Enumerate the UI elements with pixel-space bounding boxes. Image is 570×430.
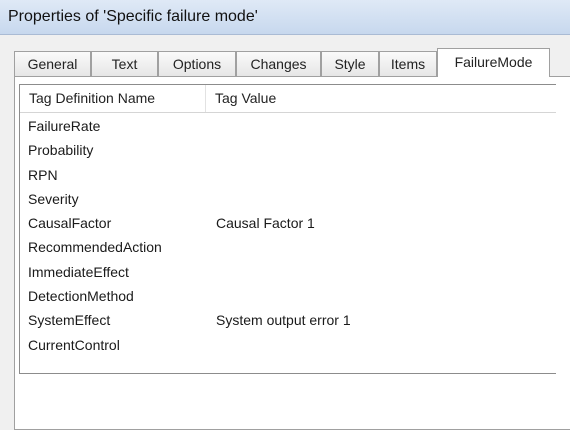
tab-failuremode[interactable]: FailureMode bbox=[437, 48, 550, 77]
tab-items[interactable]: Items bbox=[379, 51, 437, 76]
tab-changes[interactable]: Changes bbox=[236, 51, 321, 76]
tab-text[interactable]: Text bbox=[91, 51, 158, 76]
tag-name-cell: Probability bbox=[28, 142, 94, 159]
tab-style[interactable]: Style bbox=[321, 51, 379, 76]
tag-name-cell: CurrentControl bbox=[28, 336, 120, 353]
tag-list-rows: FailureRate Probability RPN Severity Cau… bbox=[20, 114, 556, 357]
tab-strip: General Text Options Changes Style Items… bbox=[14, 48, 570, 77]
column-header-tag-value[interactable]: Tag Value bbox=[206, 85, 557, 112]
tab-general[interactable]: General bbox=[14, 51, 91, 76]
tag-list[interactable]: Tag Definition Name Tag Value FailureRat… bbox=[19, 84, 556, 374]
table-row[interactable]: CurrentControl bbox=[20, 333, 556, 357]
table-row[interactable]: Severity bbox=[20, 187, 556, 211]
table-row[interactable]: ImmediateEffect bbox=[20, 260, 556, 284]
title-bar: Properties of 'Specific failure mode' bbox=[0, 0, 570, 35]
tag-name-cell: Severity bbox=[28, 190, 79, 207]
tag-name-cell: SystemEffect bbox=[28, 312, 111, 329]
table-row[interactable]: DetectionMethod bbox=[20, 284, 556, 308]
tag-name-cell: FailureRate bbox=[28, 118, 101, 134]
column-header-tag-definition-name[interactable]: Tag Definition Name bbox=[20, 85, 206, 112]
table-row[interactable]: FailureRate bbox=[20, 114, 556, 138]
tag-name-cell: CausalFactor bbox=[28, 215, 112, 232]
table-row[interactable]: RPN bbox=[20, 163, 556, 187]
tag-name-cell: ImmediateEffect bbox=[28, 263, 129, 280]
tag-list-header: Tag Definition Name Tag Value bbox=[20, 85, 556, 113]
tag-value-cell: System output error 1 bbox=[216, 312, 351, 329]
table-row[interactable]: SystemEffect System output error 1 bbox=[20, 308, 556, 332]
table-row[interactable]: CausalFactor Causal Factor 1 bbox=[20, 211, 556, 235]
tag-name-cell: RecommendedAction bbox=[28, 239, 162, 256]
tag-name-cell: RPN bbox=[28, 166, 58, 183]
tab-options[interactable]: Options bbox=[158, 51, 236, 76]
table-row[interactable]: Probability bbox=[20, 138, 556, 162]
tag-name-cell: DetectionMethod bbox=[28, 288, 134, 305]
properties-dialog: General Text Options Changes Style Items… bbox=[0, 35, 570, 430]
table-row[interactable]: RecommendedAction bbox=[20, 235, 556, 259]
window-title: Properties of 'Specific failure mode' bbox=[8, 8, 258, 25]
tag-value-cell: Causal Factor 1 bbox=[216, 215, 315, 232]
